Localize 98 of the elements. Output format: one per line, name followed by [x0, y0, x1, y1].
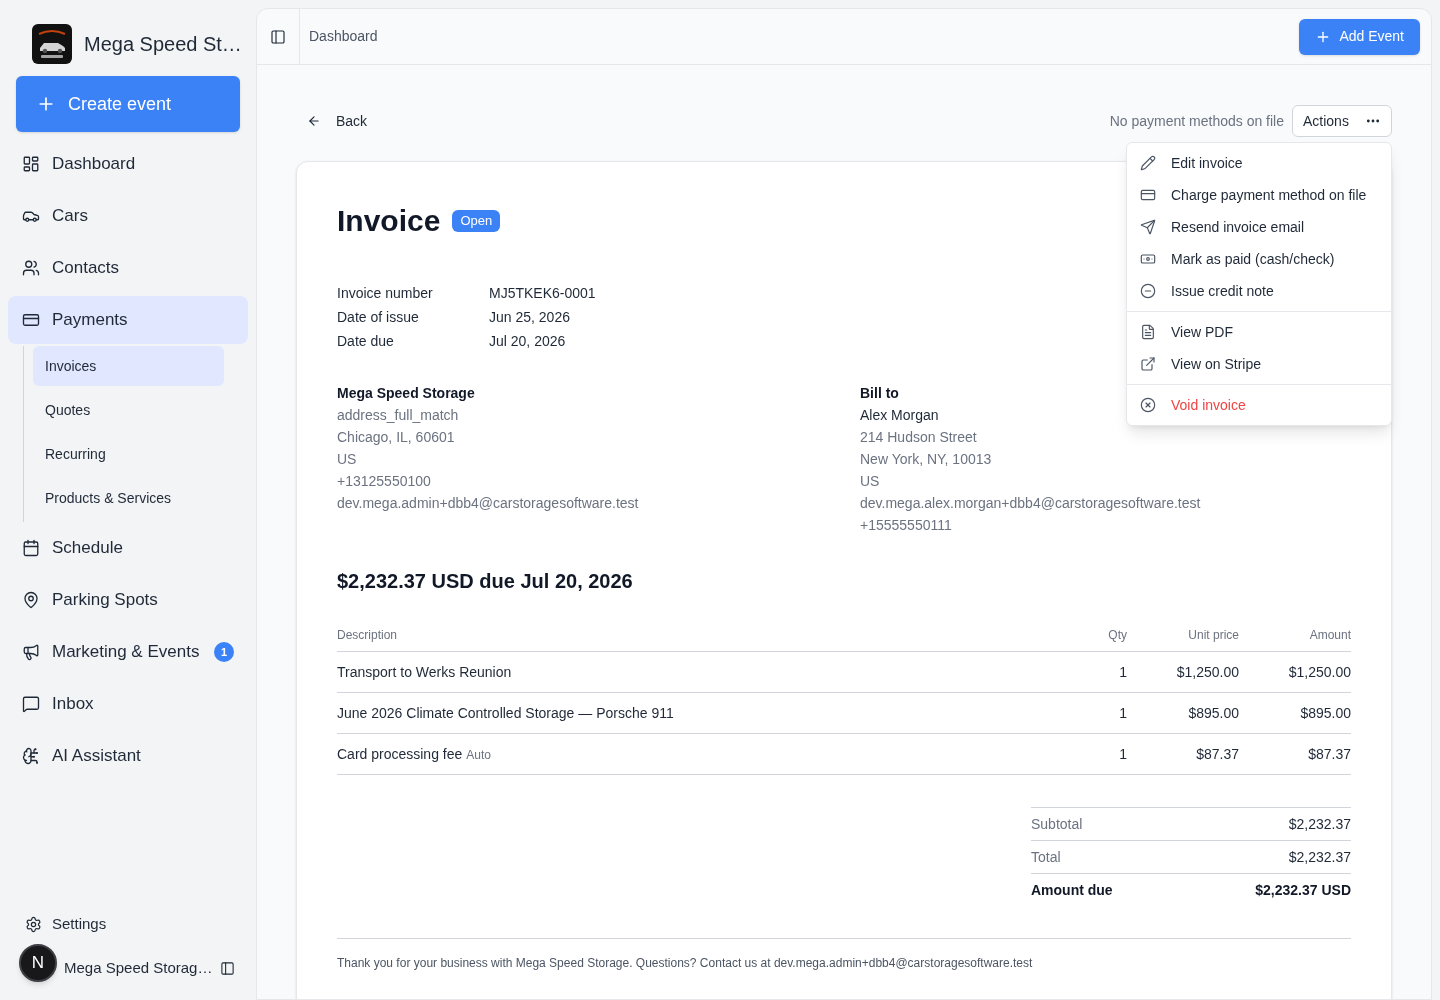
column-header: Amount — [1309, 627, 1351, 644]
add-event-button[interactable]: Add Event — [1299, 18, 1420, 55]
subnav-item[interactable]: Products & Services — [33, 478, 224, 518]
account-name: Mega Speed Storag… — [64, 957, 213, 978]
totals-label: Subtotal — [1031, 814, 1083, 834]
address-line: dev.mega.admin+dbb4@carstoragesoftware.test — [337, 494, 639, 513]
address-line: +15555550111 — [860, 516, 952, 535]
grid-icon — [22, 155, 40, 173]
menu-item[interactable]: Mark as paid (cash/check) — [1127, 243, 1391, 275]
detail-value: Jul 20, 2026 — [489, 332, 566, 351]
users-icon — [22, 259, 40, 277]
table-cell-text: Transport to Werks Reunion — [337, 662, 512, 682]
send-icon — [1140, 219, 1156, 235]
banknote-icon — [1140, 251, 1156, 267]
table-cell-text: 1 — [1119, 662, 1127, 682]
nav-item[interactable]: AI Assistant — [8, 732, 248, 780]
table-cell-text: $1,250.00 — [1288, 662, 1351, 682]
nav-item[interactable]: Parking Spots — [8, 576, 248, 624]
address-line: Chicago, IL, 60601 — [337, 428, 455, 447]
detail-value: Jun 25, 2026 — [489, 308, 570, 327]
credit-card-icon — [22, 311, 40, 329]
table-cell-text: $87.37 — [1196, 744, 1239, 764]
breadcrumb-item[interactable]: Dashboard — [309, 26, 378, 47]
invoice-title: Invoice — [337, 203, 441, 239]
actions-button[interactable]: Actions — [1292, 105, 1392, 137]
table-cell-text: 1 — [1119, 744, 1127, 764]
address-line: 214 Hudson Street — [860, 428, 977, 447]
payment-status-note: No payment methods on file — [1109, 111, 1284, 131]
table-cell-text: $87.37 — [1308, 744, 1351, 764]
logo-icon — [32, 24, 72, 64]
table-cell-note: Auto — [466, 746, 491, 764]
detail-label: Date due — [337, 332, 394, 351]
document-icon — [1140, 324, 1156, 340]
footer-note: Thank you for your business with Mega Speed Storage. Questions? Contact us at dev.mega.admin+dbb4@carstoragesoftware.test — [337, 955, 1033, 971]
table-cell-text: $1,250.00 — [1176, 662, 1239, 682]
totals-value: $2,232.37 — [1288, 814, 1351, 834]
count-badge: 1 — [214, 642, 234, 662]
chat-bubble-icon — [22, 695, 40, 713]
map-pin-icon — [22, 591, 40, 609]
close-circle-icon — [1140, 397, 1156, 413]
menu-item[interactable]: Charge payment method on file — [1127, 179, 1391, 211]
dev-tools-button[interactable]: N — [19, 944, 57, 982]
nav-item[interactable]: Payments — [8, 296, 248, 344]
status-badge: Open — [452, 210, 501, 232]
menu-item[interactable]: View PDF — [1127, 316, 1391, 348]
sidebar-toggle-icon[interactable] — [220, 960, 235, 976]
menu-item[interactable]: View on Stripe — [1127, 348, 1391, 380]
table-cell-text: June 2026 Climate Controlled Storage — Porsche 911 — [337, 703, 674, 723]
address-line: US — [337, 450, 357, 469]
section-heading: Bill to — [860, 384, 899, 403]
nav-item[interactable]: Inbox — [8, 680, 248, 728]
column-header: Description — [337, 627, 398, 644]
settings-link[interactable]: Settings — [0, 906, 132, 942]
table-cell-text: $895.00 — [1300, 703, 1351, 723]
back-button[interactable]: Back — [296, 105, 379, 137]
totals-value: $2,232.37 USD — [1255, 880, 1351, 900]
menu-item[interactable]: Resend invoice email — [1127, 211, 1391, 243]
minus-circle-icon — [1140, 283, 1156, 299]
subnav-item[interactable]: Recurring — [33, 434, 224, 474]
menu-item[interactable]: Issue credit note — [1127, 275, 1391, 307]
column-header: Qty — [1108, 627, 1127, 644]
nav-item[interactable]: Contacts — [8, 244, 248, 292]
settings-icon — [25, 915, 42, 933]
menu-item[interactable]: Edit invoice — [1127, 147, 1391, 179]
workspace-name: Mega Speed St… — [84, 32, 242, 57]
nav-item[interactable]: Marketing & Events 1 — [8, 628, 248, 676]
table-cell-text: 1 — [1119, 703, 1127, 723]
calendar-icon — [22, 539, 40, 557]
external-link-icon — [1140, 356, 1156, 372]
table-cell-text: $895.00 — [1188, 703, 1239, 723]
address-line: +13125550100 — [337, 472, 431, 491]
totals-value: $2,232.37 — [1288, 847, 1351, 867]
party-name: Mega Speed Storage — [337, 384, 475, 403]
menu-item[interactable]: Void invoice — [1127, 389, 1391, 421]
totals-label: Amount due — [1031, 880, 1113, 900]
address-line: New York, NY, 10013 — [860, 450, 992, 469]
table-cell-text: Card processing fee — [337, 744, 463, 764]
nav-item[interactable]: Schedule — [8, 524, 248, 572]
detail-label: Date of issue — [337, 308, 419, 327]
create-event-button[interactable]: Create event — [16, 76, 240, 132]
detail-label: Invoice number — [337, 284, 433, 303]
address-line: address_full_match — [337, 406, 459, 425]
subnav-item[interactable]: Invoices — [33, 346, 224, 386]
amount-due-heading: $2,232.37 USD due Jul 20, 2026 — [337, 569, 633, 594]
totals-label: Total — [1031, 847, 1061, 867]
address-line: dev.mega.alex.morgan+dbb4@carstoragesoftware.test — [860, 494, 1201, 513]
column-header: Unit price — [1188, 627, 1239, 644]
address-line: US — [860, 472, 880, 491]
subnav-item[interactable]: Quotes — [33, 390, 224, 430]
sidebar-toggle-icon[interactable] — [270, 28, 286, 45]
detail-value: MJ5TKEK6-0001 — [489, 284, 596, 303]
credit-card-icon — [1140, 187, 1156, 203]
pencil-icon — [1140, 155, 1156, 171]
nav-item[interactable]: Dashboard — [8, 140, 248, 188]
nav-item[interactable]: Cars — [8, 192, 248, 240]
megaphone-icon — [22, 643, 40, 661]
brain-icon — [22, 747, 40, 765]
party-name: Alex Morgan — [860, 406, 939, 425]
